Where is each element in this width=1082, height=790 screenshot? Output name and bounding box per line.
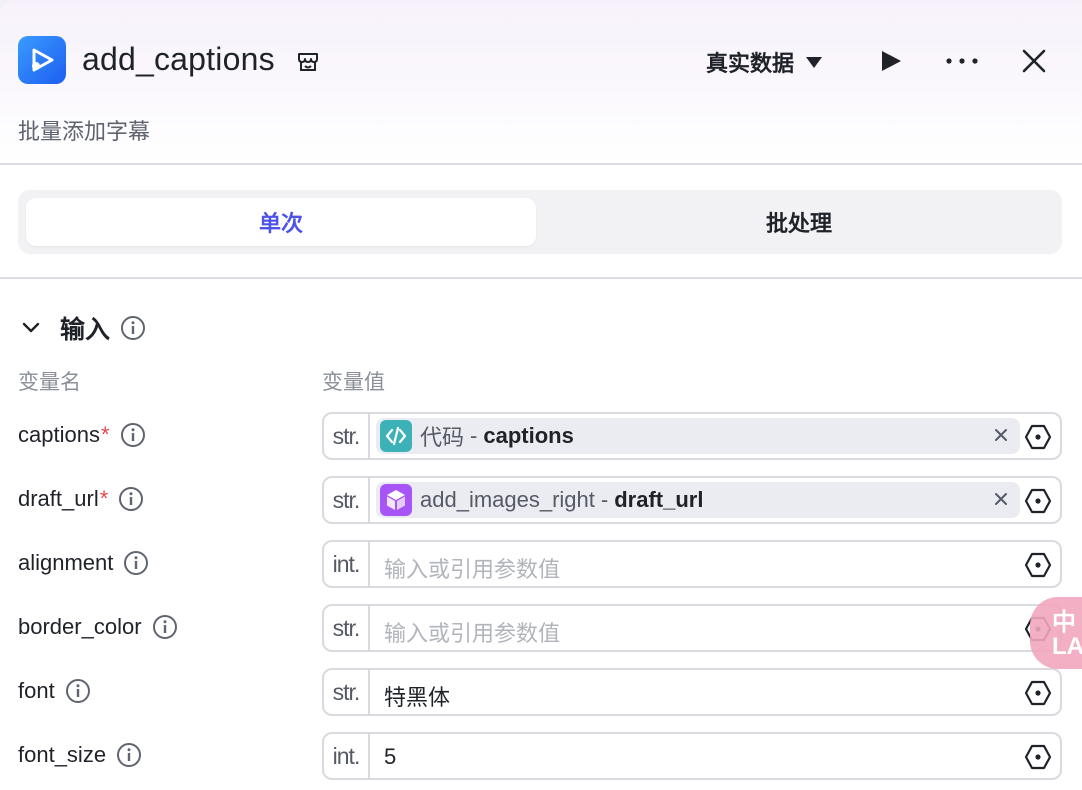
variable-ref-icon[interactable] [1024,743,1052,771]
info-icon[interactable] [118,486,144,512]
info-icon[interactable] [123,550,149,576]
reference-source: add_images_right [420,487,595,512]
reference-chip[interactable]: add_images_right - draft_url [376,482,1020,518]
param-input-value[interactable]: 5 [384,744,396,770]
code-icon [380,420,412,452]
node-panel: add_captions 真实数据 批量添加字幕 单次 批处理 输入 变量名 变… [0,0,1082,790]
param-row-font-size: font_size int. 5 [0,732,1082,780]
variable-ref-icon[interactable] [1024,423,1052,451]
param-row-draft-url: draft_url * str. add_images_right - draft… [0,476,1082,524]
input-section-title: 输入 [60,316,111,344]
param-value-field[interactable]: str. 代码 - captions [322,412,1062,460]
reference-separator: - [600,487,609,512]
param-value-field[interactable]: str. 输入或引用参数值 [322,604,1062,652]
play-icon[interactable] [878,48,904,74]
plugin-cube-icon [380,484,412,516]
column-header-value: 变量值 [322,371,385,394]
info-icon[interactable] [65,678,91,704]
reference-source: 代码 [420,425,465,450]
tab-single[interactable]: 单次 [26,198,536,246]
param-name: captions * [18,422,146,448]
info-icon[interactable] [120,315,146,341]
video-play-icon [18,36,66,84]
param-name: border_color [18,614,178,640]
reference-chip[interactable]: 代码 - captions [376,418,1020,454]
type-badge: str. [324,606,370,650]
floating-assistant-button[interactable]: 中 LA [1030,597,1082,669]
param-value-field[interactable]: int. 输入或引用参数值 [322,540,1062,588]
variable-ref-icon[interactable] [1024,551,1052,579]
node-description: 批量添加字幕 [18,119,151,144]
param-row-alignment: alignment int. 输入或引用参数值 [0,540,1082,588]
store-icon[interactable] [296,50,320,74]
reference-param: captions [483,423,574,448]
param-name: font [18,678,91,704]
type-badge: str. [324,414,370,458]
run-mode-tabs-bar: 单次 批处理 [0,167,1082,279]
required-mark: * [100,422,110,447]
param-input-placeholder[interactable]: 输入或引用参数值 [384,616,560,648]
more-icon[interactable] [944,48,980,74]
page-title: add_captions [82,41,275,77]
param-row-font: font str. 特黑体 [0,668,1082,716]
run-mode-tabs: 单次 批处理 [18,190,1062,254]
reference-param: draft_url [614,487,704,512]
column-header-name: 变量名 [18,371,81,394]
data-mode-dropdown[interactable]: 真实数据 [706,46,823,78]
input-section-toggle[interactable]: 输入 [18,310,146,346]
info-icon[interactable] [116,742,142,768]
param-input-value[interactable]: 特黑体 [384,680,450,712]
param-input-placeholder[interactable]: 输入或引用参数值 [384,552,560,584]
variable-ref-icon[interactable] [1024,679,1052,707]
info-icon[interactable] [120,422,146,448]
param-name: alignment [18,550,149,576]
param-name: font_size [18,742,142,768]
type-badge: int. [324,734,370,778]
type-badge: str. [324,478,370,522]
clear-icon[interactable] [992,490,1010,508]
param-row-border-color: border_color str. 输入或引用参数值 [0,604,1082,652]
param-name: draft_url * [18,486,144,512]
floating-assistant-text: 中 LA [1052,609,1082,660]
chevron-down-icon [22,322,40,333]
param-value-field[interactable]: int. 5 [322,732,1062,780]
required-mark: * [99,486,109,511]
tab-batch[interactable]: 批处理 [544,198,1054,246]
close-icon[interactable] [1020,47,1048,75]
panel-header: add_captions 真实数据 批量添加字幕 [0,0,1082,165]
variable-ref-icon[interactable] [1024,487,1052,515]
reference-separator: - [470,423,478,448]
data-mode-label: 真实数据 [706,51,795,76]
type-badge: int. [324,542,370,586]
param-value-field[interactable]: str. add_images_right - draft_url [322,476,1062,524]
clear-icon[interactable] [992,426,1010,444]
param-value-field[interactable]: str. 特黑体 [322,668,1062,716]
info-icon[interactable] [152,614,178,640]
param-row-captions: captions * str. 代码 - captions [0,412,1082,460]
type-badge: str. [324,670,370,714]
caret-down-icon [806,56,823,68]
